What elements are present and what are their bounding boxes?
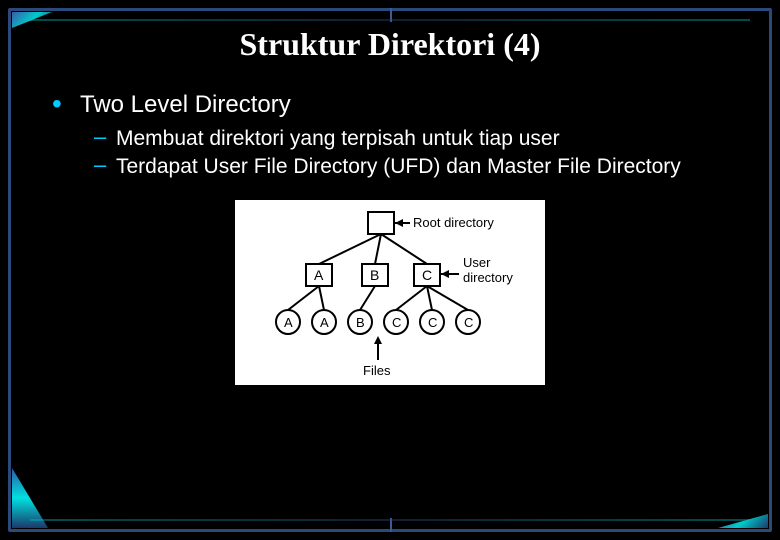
file-label: C bbox=[428, 315, 437, 330]
arrow-up-icon bbox=[374, 336, 382, 344]
root-label: Root directory bbox=[413, 215, 494, 230]
directory-tree-diagram: Root directory A B C Userdirectory bbox=[235, 200, 545, 385]
arrow-left-icon bbox=[441, 270, 449, 278]
user-dir-label: B bbox=[370, 267, 379, 283]
root-node bbox=[368, 212, 394, 234]
file-label: C bbox=[392, 315, 401, 330]
frame-inner-bottom bbox=[30, 519, 750, 521]
slide-content: Struktur Direktori (4) Two Level Directo… bbox=[30, 22, 750, 510]
file-label: B bbox=[356, 315, 365, 330]
bullet-list: Two Level Directory Membuat direktori ya… bbox=[30, 91, 750, 182]
file-label: A bbox=[320, 315, 329, 330]
frame-inner-top bbox=[30, 19, 750, 21]
files-caption: Files bbox=[363, 363, 391, 378]
file-label: C bbox=[464, 315, 473, 330]
file-label: A bbox=[284, 315, 293, 330]
bullet-item: Two Level Directory Membuat direktori ya… bbox=[80, 91, 750, 182]
user-dir-caption: Userdirectory bbox=[463, 255, 513, 285]
sub-bullet-list: Membuat direktori yang terpisah untuk ti… bbox=[80, 125, 750, 182]
sub-bullet-item: Terdapat User File Directory (UFD) dan M… bbox=[116, 153, 750, 181]
diagram-container: Root directory A B C Userdirectory bbox=[30, 200, 750, 385]
arrow-left-icon bbox=[395, 219, 403, 227]
bullet-item-label: Two Level Directory bbox=[80, 91, 291, 118]
user-dir-label: C bbox=[422, 267, 432, 283]
sub-bullet-item: Membuat direktori yang terpisah untuk ti… bbox=[116, 125, 750, 153]
slide-title: Struktur Direktori (4) bbox=[30, 26, 750, 63]
user-dir-label: A bbox=[314, 267, 324, 283]
